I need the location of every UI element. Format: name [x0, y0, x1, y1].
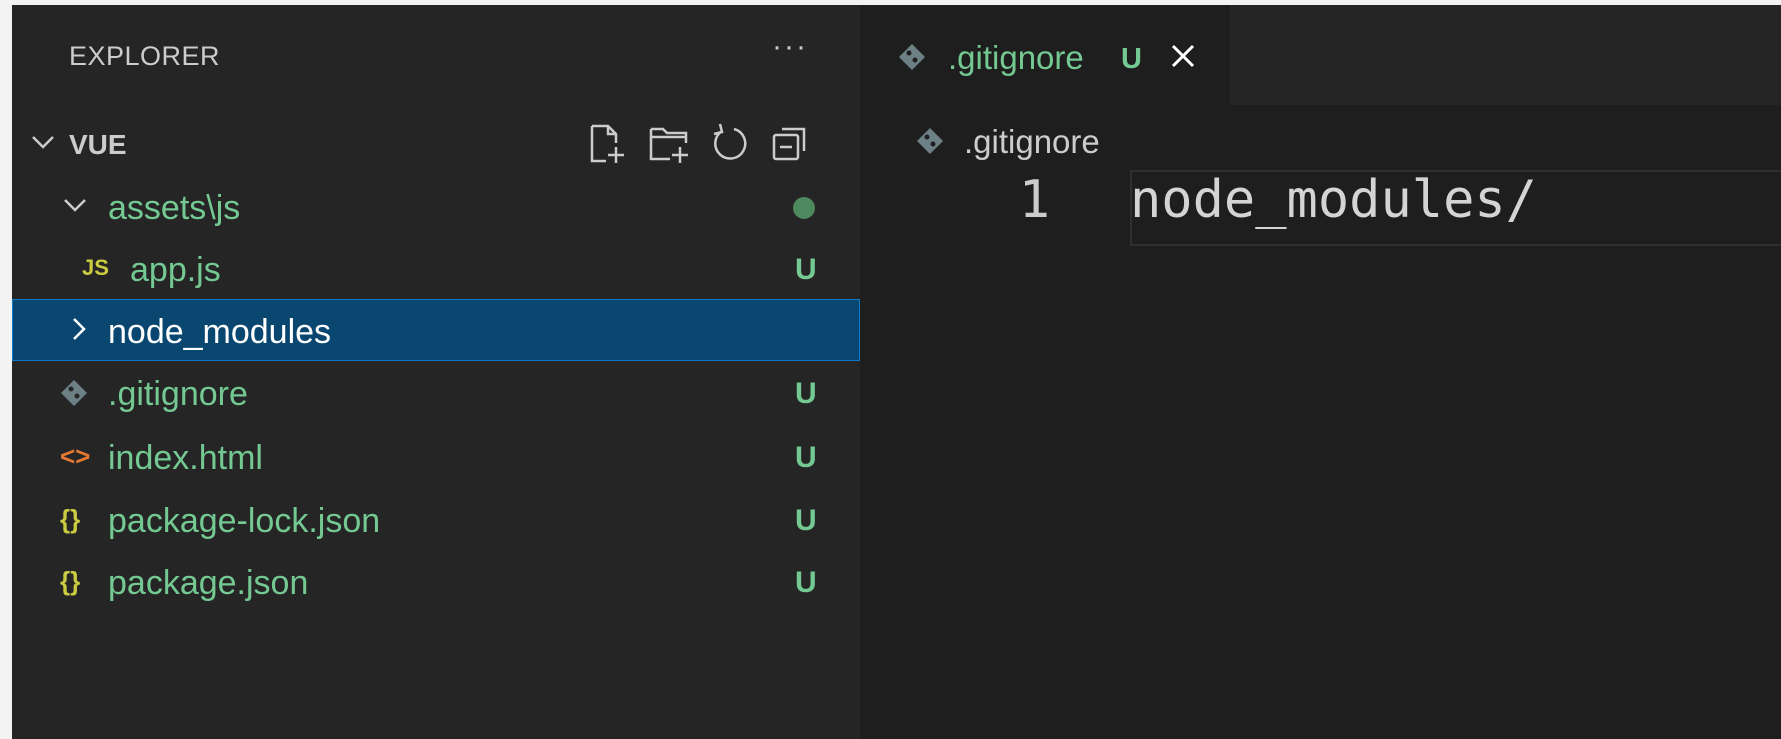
- git-file-icon: [61, 380, 87, 406]
- tree-file-app-js[interactable]: JS app.js U: [12, 237, 860, 299]
- tree-folder-node-modules[interactable]: node_modules: [12, 299, 860, 361]
- tree-item-label: assets\js: [108, 189, 241, 227]
- code-line-text[interactable]: node_modules/: [1130, 170, 1537, 230]
- untracked-badge: U: [795, 504, 817, 537]
- explorer-title: EXPLORER: [69, 41, 221, 71]
- new-file-icon[interactable]: [584, 121, 630, 167]
- untracked-badge: U: [1121, 43, 1142, 75]
- chevron-right-icon: [73, 318, 86, 340]
- tab-label: .gitignore: [948, 39, 1084, 76]
- git-file-icon: [917, 128, 943, 154]
- new-folder-icon[interactable]: [646, 121, 692, 167]
- tree-item-label: .gitignore: [108, 375, 248, 413]
- tree-item-label: package-lock.json: [108, 502, 381, 540]
- tree-item-label: app.js: [130, 251, 221, 289]
- untracked-badge: U: [795, 566, 817, 599]
- close-icon[interactable]: [1168, 41, 1198, 71]
- untracked-badge: U: [795, 253, 817, 286]
- more-actions-button[interactable]: ···: [772, 32, 808, 62]
- line-number: 1: [1018, 170, 1050, 230]
- tree-file-package-lock-json[interactable]: {} package-lock.json U: [12, 488, 860, 550]
- editor-area: .gitignore U .gitignore 1 node_modules/: [860, 5, 1781, 739]
- git-file-icon: [899, 44, 925, 70]
- modified-dot-badge: [793, 197, 815, 219]
- vscode-window: EXPLORER ··· VUE assets\js JS app.js U n…: [12, 5, 1781, 739]
- tab-bar: .gitignore U: [860, 5, 1781, 105]
- untracked-badge: U: [795, 377, 817, 410]
- workspace-section-header[interactable]: VUE: [12, 113, 860, 173]
- json-file-icon: {}: [60, 504, 81, 534]
- html-file-icon: <>: [60, 441, 91, 471]
- chevron-down-icon: [64, 199, 86, 212]
- tree-folder-assets-js[interactable]: assets\js: [12, 175, 860, 237]
- tree-item-label: index.html: [108, 439, 263, 477]
- untracked-badge: U: [795, 441, 817, 474]
- tree-item-label: package.json: [108, 564, 309, 602]
- workspace-title: VUE: [69, 129, 127, 160]
- chevron-down-icon: [32, 136, 54, 149]
- js-file-icon: JS: [82, 255, 109, 280]
- json-file-icon: {}: [60, 566, 81, 596]
- tree-item-label: node_modules: [108, 313, 332, 351]
- collapse-all-icon[interactable]: [768, 121, 814, 167]
- tree-file-gitignore[interactable]: .gitignore U: [12, 361, 860, 423]
- refresh-icon[interactable]: [708, 121, 754, 167]
- breadcrumb-file-label: .gitignore: [964, 123, 1100, 160]
- tree-file-index-html[interactable]: <> index.html U: [12, 425, 860, 487]
- tab-gitignore[interactable]: .gitignore U: [860, 5, 1230, 105]
- explorer-header: EXPLORER ···: [12, 5, 860, 105]
- tree-file-package-json[interactable]: {} package.json U: [12, 550, 860, 612]
- explorer-sidebar: EXPLORER ··· VUE assets\js JS app.js U n…: [12, 5, 860, 739]
